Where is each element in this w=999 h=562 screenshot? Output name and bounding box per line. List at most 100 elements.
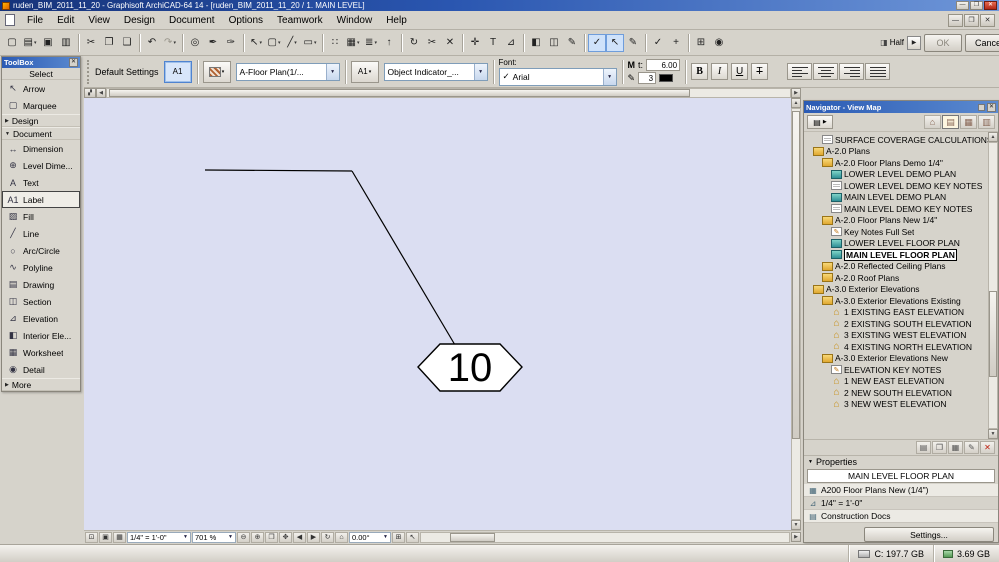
fit-in-window-button[interactable]: ❐ <box>265 531 278 543</box>
menu-item-window[interactable]: Window <box>330 13 380 28</box>
toolbox-item-fill[interactable]: ▨ Fill <box>2 208 80 225</box>
arrow-tool-button[interactable]: ↖ ▾ <box>247 34 265 52</box>
navigator-scrollbar[interactable]: ▲ ▼ <box>988 132 998 439</box>
tree-item[interactable]: ⌂ 3 NEW WEST ELEVATION <box>804 399 988 411</box>
bold-style-button[interactable]: B <box>691 63 709 80</box>
toolbox-group-design[interactable]: ▶ Design <box>2 114 80 127</box>
scroll-up-icon[interactable]: ▲ <box>791 98 801 108</box>
drag-button[interactable]: ✛ <box>466 34 484 52</box>
navigator-header[interactable]: Navigator - View Map ✕ <box>804 101 998 113</box>
redo-button[interactable]: ↷ ▾ <box>161 34 179 52</box>
menu-item-file[interactable]: File <box>20 13 50 28</box>
previous-zoom-button[interactable]: ◀ <box>293 531 306 543</box>
toolbox-item-arrow[interactable]: ↖ Arrow <box>2 80 80 97</box>
navigator-scroll-track[interactable] <box>988 142 998 429</box>
font-combo[interactable]: ✓ Arial ▼ <box>498 67 617 86</box>
polygon-tools-button[interactable]: ▭ ▾ <box>301 34 319 52</box>
rotate-button[interactable]: ↻ <box>405 34 423 52</box>
toolbox-item-marquee[interactable]: ▢ Marquee <box>2 97 80 114</box>
navigator-scroll-thumb[interactable] <box>989 291 997 377</box>
pen-color-swatch[interactable] <box>659 74 674 82</box>
object-indicator-combo[interactable]: Object Indicator_... ▼ <box>383 62 488 81</box>
delete-element-button[interactable]: ✕ <box>441 34 459 52</box>
vertical-scroll-thumb[interactable] <box>792 111 800 439</box>
toolbox-item-elevation[interactable]: ⊿ Elevation <box>2 310 80 327</box>
new-document-button[interactable]: ▢ <box>3 34 21 52</box>
tree-item[interactable]: MAIN LEVEL DEMO KEY NOTES <box>804 203 988 215</box>
toolbox-item-text[interactable]: A Text <box>2 174 80 191</box>
tree-item[interactable]: SURFACE COVERAGE CALCULATIONS <box>804 134 988 146</box>
settings-button[interactable]: Settings... <box>864 527 994 542</box>
tree-item[interactable]: ⌂ 1 EXISTING EAST ELEVATION <box>804 307 988 319</box>
menu-item-design[interactable]: Design <box>117 13 162 28</box>
delete-view-button[interactable]: ✕ <box>980 441 995 454</box>
open-file-button[interactable]: ▤ ▾ <box>21 34 39 52</box>
scroll-up-icon[interactable]: ▲ <box>988 132 998 142</box>
tree-item[interactable]: MAIN LEVEL DEMO PLAN <box>804 192 988 204</box>
mdi-restore-button[interactable]: ❐ <box>964 13 979 27</box>
toolbox-group-more[interactable]: ▶ More <box>2 378 80 391</box>
clone-folder-button[interactable]: ❐ <box>932 441 947 454</box>
tree-item[interactable]: ⌂ 3 EXISTING WEST ELEVATION <box>804 330 988 342</box>
strikethrough-style-button[interactable]: T <box>751 63 769 80</box>
next-zoom-button[interactable]: ▶ <box>307 531 320 543</box>
scroll-right-icon[interactable]: ▶ <box>791 88 801 98</box>
tree-item[interactable]: A-3.0 Exterior Elevations Existing <box>804 295 988 307</box>
add-element-button[interactable]: + <box>667 34 685 52</box>
tree-item[interactable]: A-2.0 Floor Plans New 1/4" <box>804 215 988 227</box>
menu-item-help[interactable]: Help <box>379 13 414 28</box>
publisher-button[interactable]: ▥ <box>978 115 995 129</box>
undo-button[interactable]: ↶ <box>143 34 161 52</box>
tree-item[interactable]: A-3.0 Exterior Elevations <box>804 284 988 296</box>
vertical-scroll-track[interactable] <box>791 108 801 520</box>
toolbox-close-icon[interactable]: ✕ <box>69 58 78 67</box>
toolbox-item-dimension[interactable]: ↔ Dimension <box>2 140 80 157</box>
menu-item-document[interactable]: Document <box>162 13 222 28</box>
layer-settings-button[interactable]: ≣ ▾ <box>362 34 380 52</box>
edit-pencil-mode-button[interactable]: ✎ <box>624 34 642 52</box>
new-folder-button[interactable]: ▤ <box>916 441 931 454</box>
save-button[interactable]: ▣ <box>39 34 57 52</box>
infobox-grip[interactable] <box>87 59 90 84</box>
align-center-button[interactable] <box>813 63 839 80</box>
orientation-combo[interactable]: 0.00° ▼ <box>349 531 391 543</box>
expand-toolbar-button[interactable]: ▶ <box>907 35 921 50</box>
layer-icon-button[interactable]: ▾ <box>202 60 231 83</box>
tree-item[interactable]: LOWER LEVEL DEMO PLAN <box>804 169 988 181</box>
snap-points-button[interactable]: ∷ <box>326 34 344 52</box>
minimize-button[interactable]: — <box>956 1 969 10</box>
tree-item[interactable]: LOWER LEVEL FLOOR PLAN <box>804 238 988 250</box>
toolbox-item-level-dimension[interactable]: ⊕ Level Dime... <box>2 157 80 174</box>
tree-item[interactable]: A-2.0 Plans <box>804 146 988 158</box>
tree-item[interactable]: ✎ Key Notes Full Set <box>804 226 988 238</box>
project-map-button[interactable]: ⌂ <box>924 115 941 129</box>
top-scrollbar[interactable]: ▞ ◀ ▶ <box>84 88 801 98</box>
underline-style-button[interactable]: U <box>731 63 749 80</box>
mdi-close-button[interactable]: ✕ <box>980 13 995 27</box>
menu-item-view[interactable]: View <box>81 13 117 28</box>
floor-plan-canvas[interactable]: 10 <box>84 98 791 530</box>
vertical-scrollbar[interactable]: ▲ ▼ <box>791 98 801 530</box>
view-settings-button[interactable]: ✎ <box>964 441 979 454</box>
save-current-view-button[interactable]: ▦ <box>948 441 963 454</box>
menu-item-options[interactable]: Options <box>222 13 270 28</box>
pick-up-parameters-button[interactable]: ✒ <box>204 34 222 52</box>
rotate-view-button[interactable]: ↻ <box>321 531 334 543</box>
maximize-button[interactable]: ❐ <box>970 1 983 10</box>
tree-item[interactable]: A-2.0 Reflected Ceiling Plans <box>804 261 988 273</box>
toolbox-item-arc-circle[interactable]: ○ Arc/Circle <box>2 242 80 259</box>
tree-item[interactable]: A-2.0 Roof Plans <box>804 272 988 284</box>
print-button[interactable]: ▥ <box>57 34 75 52</box>
toolbox-item-line[interactable]: ╱ Line <box>2 225 80 242</box>
toolbox-item-section[interactable]: ◫ Section <box>2 293 80 310</box>
paste-button[interactable]: ❑ <box>118 34 136 52</box>
grid-snap-button[interactable]: ⊞ <box>692 34 710 52</box>
bottom-scroll-track[interactable] <box>420 531 790 543</box>
splitter-button[interactable]: ▞ <box>84 88 96 98</box>
show-toolbox-panel-button[interactable]: ◧ <box>527 34 545 52</box>
pen-number-field[interactable]: 3 <box>638 72 657 84</box>
layer-combo[interactable]: A-Floor Plan(1/... ▼ <box>235 62 340 81</box>
line-tools-button[interactable]: ╱ ▾ <box>283 34 301 52</box>
label-default-settings-button[interactable]: A1 <box>163 60 192 83</box>
property-row-layout[interactable]: ▦ A200 Floor Plans New (1/4") <box>804 484 998 497</box>
